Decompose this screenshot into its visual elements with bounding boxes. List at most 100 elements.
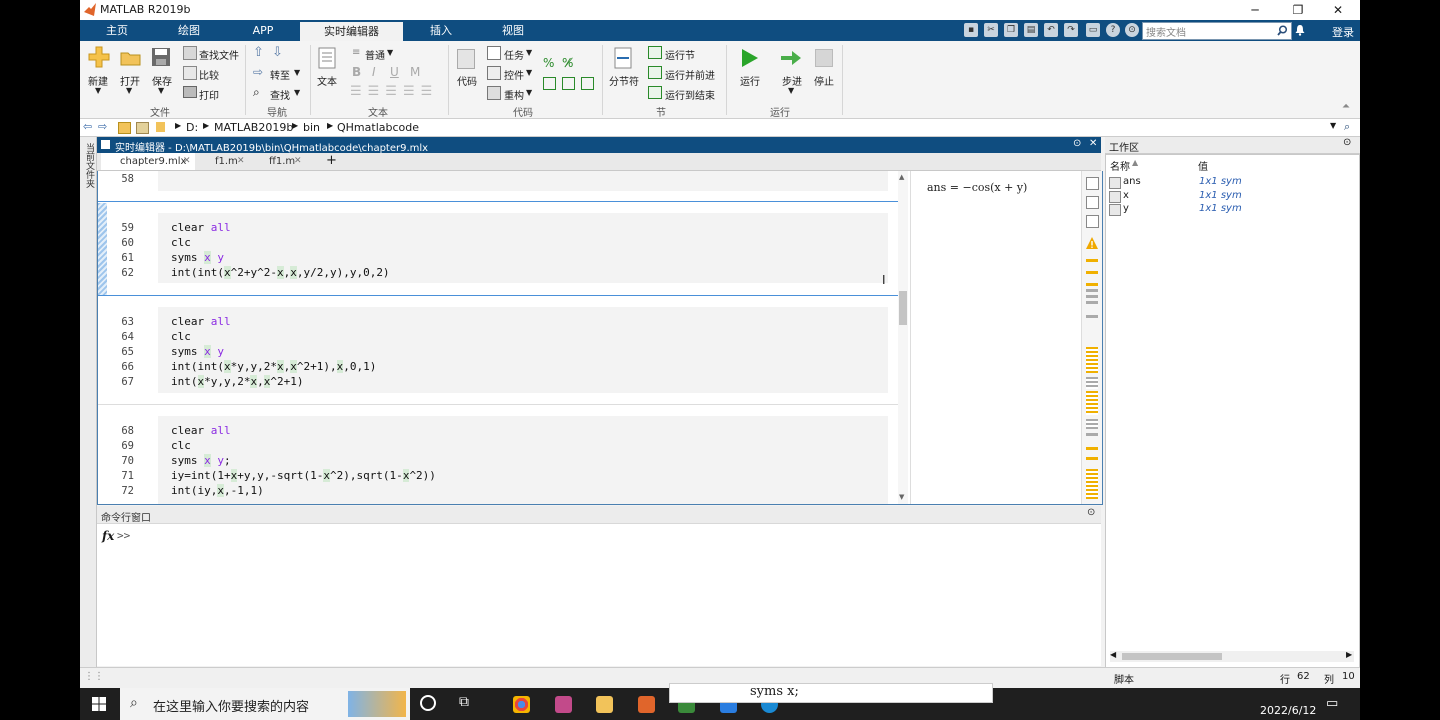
file-tab-chapter9[interactable]: chapter9.mlx ✕ [101,153,195,170]
scroll-right-icon[interactable]: ▶ [1346,650,1352,659]
warning-icon[interactable] [1086,237,1098,249]
tab-apps[interactable]: APP [230,20,296,41]
code-analyzer-marker[interactable] [1086,447,1098,450]
paste-icon[interactable]: ▤ [1024,23,1038,37]
scroll-left-icon[interactable]: ◀ [1110,650,1116,659]
tab-close-icon[interactable]: ✕ [294,153,302,170]
print-button[interactable]: 打印 [199,87,219,102]
normal-style-dropdown[interactable]: 普通 [365,47,385,62]
redo-icon[interactable]: ↷ [1064,23,1078,37]
run-advance-button[interactable]: 运行并前进 [665,67,715,82]
output-inline-view-icon[interactable] [1086,196,1099,209]
tab-home[interactable]: 主页 [84,20,150,41]
path-segment[interactable]: D: [186,121,198,134]
windows-start-icon[interactable] [92,697,106,711]
matlab-taskbar-icon[interactable] [638,696,655,713]
code-analyzer-marker-group[interactable] [1086,391,1098,415]
code-analyzer-marker[interactable] [1086,271,1098,274]
code-analyzer-marker[interactable] [1086,295,1098,298]
code-analyzer-marker[interactable] [1086,315,1098,318]
section-break-button[interactable]: 分节符 [609,73,639,88]
editor-scrollbar[interactable]: ▲ ▼ [898,171,908,504]
chrome-icon[interactable] [513,696,530,713]
code-analyzer-marker[interactable] [1086,283,1098,286]
code-line[interactable]: clc [171,330,191,343]
code-analyzer-marker[interactable] [1086,301,1098,304]
app-icon[interactable] [555,696,572,713]
tab-close-icon[interactable]: ✕ [237,153,245,170]
browse-folder-icon[interactable] [136,122,149,134]
task-dropdown-icon[interactable]: ▼ [526,48,532,57]
community-icon[interactable]: ⊙ [1125,23,1139,37]
workspace-actions-icon[interactable]: ⊙ [1343,137,1351,148]
forward-arrow-icon[interactable]: ⇨ [98,120,107,133]
file-tab-ff1[interactable]: ff1.m ✕ [247,153,303,170]
code-analyzer-marker-group[interactable] [1086,419,1098,429]
tab-insert[interactable]: 插入 [408,20,474,41]
italic-icon[interactable]: I [372,65,376,79]
goto-button[interactable]: 转至 [270,67,290,82]
new-dropdown-icon[interactable]: ▼ [95,86,101,95]
tab-live-editor[interactable]: 实时编辑器 [300,22,403,41]
code-line[interactable]: syms x y; [171,454,231,467]
run-to-end-button[interactable]: 运行到结束 [665,87,715,102]
up-folder-icon[interactable] [118,122,131,134]
monospace-icon[interactable]: M [410,65,420,79]
code-line[interactable]: clc [171,236,191,249]
taskbar-search-box[interactable]: ⌕ 在这里输入你要搜索的内容 [120,688,410,720]
find-dropdown-icon[interactable]: ▼ [294,88,300,97]
workspace-col-name[interactable]: 名称 [1110,158,1130,173]
control-button[interactable]: 控件 [504,67,524,82]
code-line[interactable]: int(int(x*y,y,2*x,x^2+1),x,0,1) [171,360,376,373]
command-window[interactable]: fx >> [97,524,1101,666]
underline-icon[interactable]: U [390,65,399,79]
code-analyzer-marker[interactable] [1086,259,1098,262]
quick-save-icon[interactable]: ▪ [964,23,978,37]
decrease-indent-icon[interactable] [581,77,594,90]
cut-icon[interactable]: ✂ [984,23,998,37]
path-segment[interactable]: MATLAB2019b [214,121,293,134]
task-view-icon[interactable]: ⧉ [459,694,469,710]
code-analyzer-marker[interactable] [1086,433,1098,436]
code-analyzer-marker-group[interactable] [1086,377,1098,389]
notification-center-icon[interactable]: ▭ [1326,696,1338,711]
goto-dropdown-icon[interactable]: ▼ [294,68,300,77]
code-line[interactable]: iy=int(1+x+y,y,-sqrt(1-x^2),sqrt(1-x^2)) [171,469,436,482]
code-line[interactable]: clear all [171,221,231,234]
tab-plots[interactable]: 绘图 [156,20,222,41]
code-line[interactable]: int(int(x^2+y^2-x,x,y/2,y),y,0,2) [171,266,390,279]
command-window-actions-icon[interactable]: ⊙ [1087,507,1095,518]
compare-button[interactable]: 比较 [199,67,219,82]
sort-asc-icon[interactable]: ▲ [1132,158,1138,167]
scroll-up-icon[interactable]: ▲ [899,173,904,181]
editor-actions-icon[interactable]: ⊙ [1073,138,1081,149]
arrow-up-icon[interactable]: ⇧ [253,45,264,60]
find-files-button[interactable]: 查找文件 [199,47,239,62]
save-dropdown-icon[interactable]: ▼ [158,86,164,95]
copy-icon[interactable]: ❐ [1004,23,1018,37]
bold-icon[interactable]: B [352,65,361,79]
open-dropdown-icon[interactable]: ▼ [126,86,132,95]
minimize-button[interactable]: ─ [1235,2,1275,18]
run-section-button[interactable]: 运行节 [665,47,695,62]
code-line[interactable]: clear all [171,424,231,437]
step-dropdown-icon[interactable]: ▼ [788,86,794,95]
restore-button[interactable]: ❐ [1278,2,1318,18]
hide-code-view-icon[interactable] [1086,215,1099,228]
refactor-button[interactable]: 重构 [504,87,524,102]
code-cell[interactable] [158,171,888,191]
code-analyzer-marker[interactable] [1086,457,1098,460]
code-line[interactable]: clc [171,439,191,452]
workspace-scroll-thumb[interactable] [1122,653,1222,660]
command-prompt[interactable]: >> [117,529,130,542]
path-dropdown-icon[interactable]: ▼ [1330,121,1336,130]
arrow-down-icon[interactable]: ⇩ [272,45,283,60]
cortana-icon[interactable] [420,695,436,711]
current-folder-label[interactable]: 当前文件夹 [83,143,96,188]
tab-view[interactable]: 视图 [480,20,546,41]
run-button[interactable]: 运行 [740,73,760,88]
increase-indent-icon[interactable] [562,77,575,90]
workspace-col-value[interactable]: 值 [1198,158,1208,173]
scroll-down-icon[interactable]: ▼ [899,493,904,501]
code-analyzer-marker-group[interactable] [1086,469,1098,499]
